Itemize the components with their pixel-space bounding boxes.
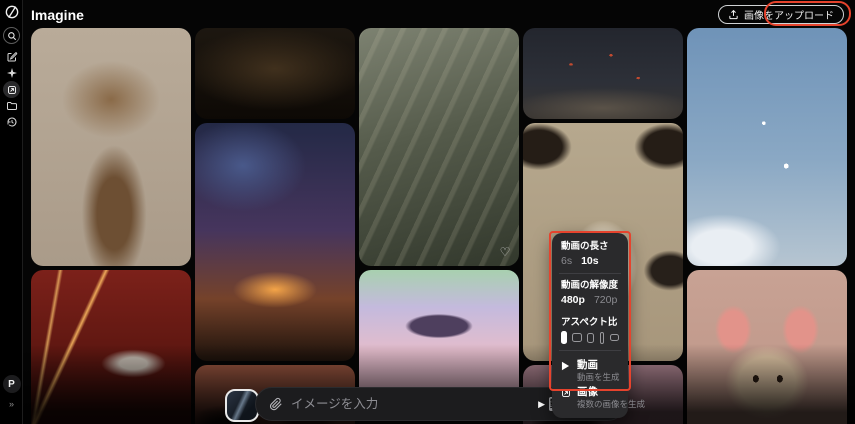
aspect-ratio-1-1-icon[interactable]: [587, 332, 595, 343]
generated-image[interactable]: [31, 270, 191, 424]
menu-item-image-sublabel: 複数の画像を生成: [577, 399, 646, 409]
menu-item-video[interactable]: 動画 動画を生成: [561, 357, 620, 384]
menu-item-image-label: 画像: [577, 386, 598, 398]
divider: [559, 350, 621, 351]
upload-image-button[interactable]: 画像をアップロード: [718, 5, 844, 24]
profile-logo[interactable]: P: [0, 375, 23, 393]
video-length-option-10s[interactable]: 10s: [581, 255, 599, 267]
aspect-ratio-9-16-icon[interactable]: [599, 331, 605, 344]
search-icon[interactable]: [0, 27, 23, 44]
generated-image[interactable]: [687, 270, 847, 424]
aspect-ratio-2-3-icon[interactable]: [561, 331, 567, 344]
divider: [559, 311, 621, 312]
video-resolution-label: 動画の解像度: [561, 280, 619, 291]
image-box-icon: [561, 388, 571, 398]
menu-item-video-label: 動画: [577, 359, 598, 371]
folder-icon[interactable]: [0, 100, 23, 112]
play-icon: ▶: [538, 398, 545, 409]
upload-icon: [729, 9, 738, 20]
paperclip-icon[interactable]: [269, 397, 283, 411]
aspect-ratio-16-9-icon[interactable]: [609, 334, 620, 341]
generation-settings-menu: 動画の長さ 6s 10s 動画の解像度 480p 720p アスペクト比 動画 …: [552, 233, 645, 418]
generated-image[interactable]: [359, 28, 519, 266]
sidebar-expand-icon[interactable]: »: [0, 399, 23, 409]
menu-item-image[interactable]: 画像 複数の画像を生成: [561, 384, 645, 411]
divider: [559, 273, 621, 274]
resolution-option-480p[interactable]: 480p: [561, 294, 585, 306]
like-heart-icon[interactable]: ♡: [496, 243, 514, 261]
resolution-option-720p[interactable]: 720p: [594, 294, 617, 306]
menu-item-video-sublabel: 動画を生成: [577, 372, 620, 382]
sparkle-icon[interactable]: [0, 67, 23, 79]
active-nav-circle: [3, 81, 20, 98]
gallery-grid: ♡: [23, 0, 855, 424]
aspect-ratio-label: アスペクト比: [561, 317, 618, 328]
generated-image[interactable]: [687, 28, 847, 266]
generated-image[interactable]: [195, 123, 355, 361]
sidebar: P »: [0, 0, 23, 424]
profile-logo-letter: P: [2, 375, 21, 393]
aspect-ratio-3-2-icon[interactable]: [572, 333, 582, 342]
video-length-label: 動画の長さ: [561, 241, 609, 252]
search-button-circle: [3, 27, 20, 44]
page-title: Imagine: [31, 7, 84, 23]
attachment-thumbnail[interactable]: [225, 389, 259, 422]
prompt-input[interactable]: [291, 397, 539, 411]
play-icon: [561, 361, 571, 371]
imagine-box-icon[interactable]: [0, 81, 23, 98]
generated-image[interactable]: [31, 28, 191, 266]
logo-icon[interactable]: [0, 4, 23, 20]
compose-icon[interactable]: [0, 51, 23, 63]
video-length-option-6s[interactable]: 6s: [561, 255, 572, 267]
history-icon[interactable]: [0, 116, 23, 128]
upload-button-label: 画像をアップロード: [744, 11, 834, 22]
generated-image[interactable]: [523, 28, 683, 119]
generated-image[interactable]: [195, 28, 355, 119]
